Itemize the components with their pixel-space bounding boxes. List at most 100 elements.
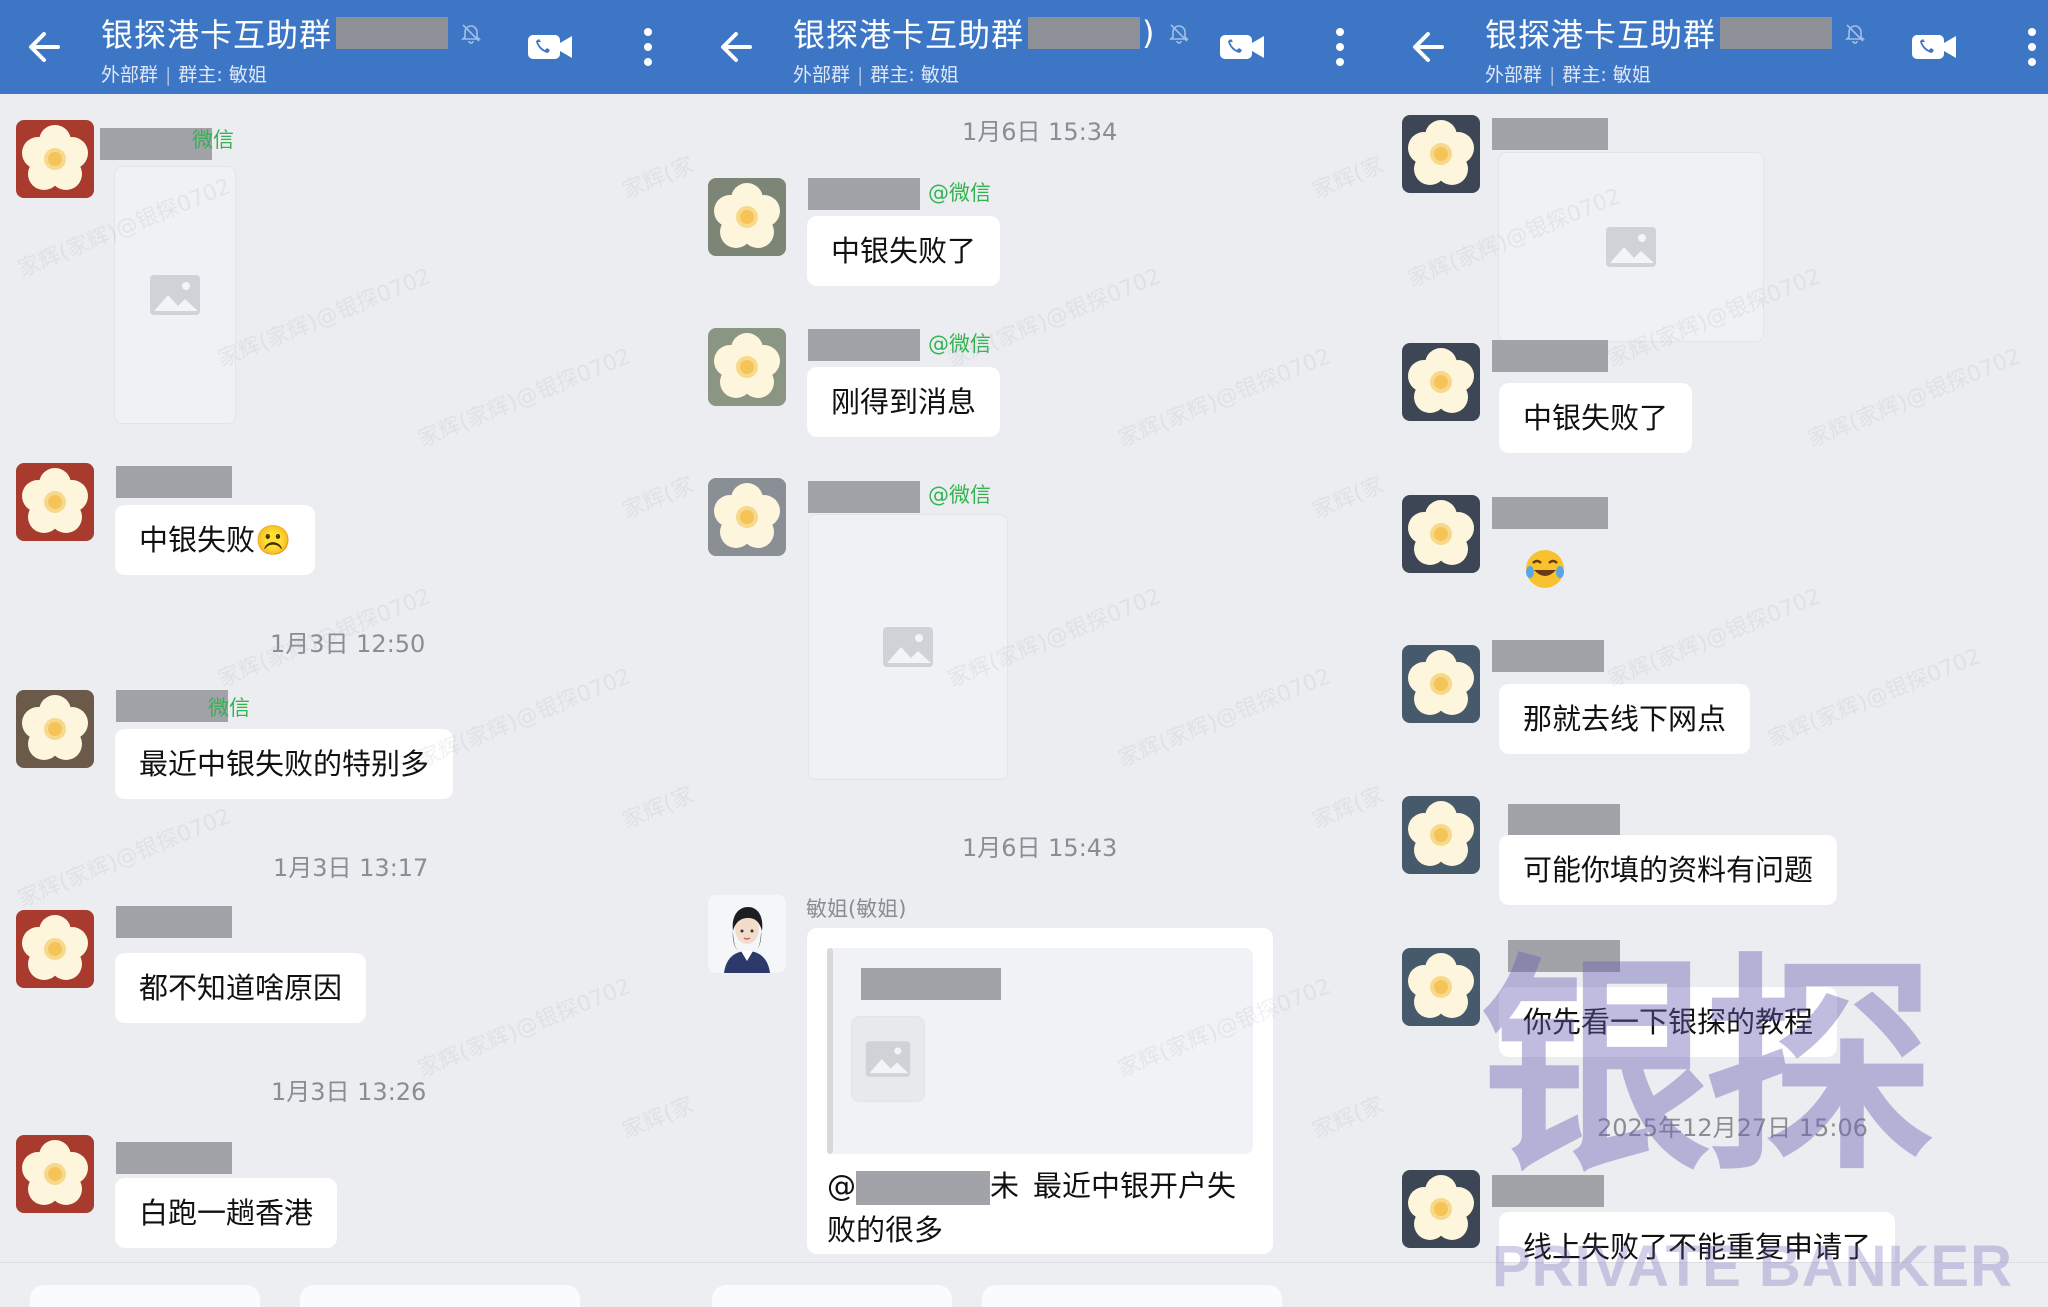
bell-muted-icon	[461, 24, 481, 44]
flower-avatar-icon[interactable]	[1402, 115, 1480, 193]
timestamp: 2025年12月27日 15:06	[1597, 1114, 1868, 1142]
flower-avatar-icon[interactable]	[16, 463, 94, 541]
more-vertical-icon[interactable]	[2025, 25, 2039, 69]
flower-avatar-icon[interactable]	[708, 328, 786, 406]
message-bubble[interactable]: 白跑一趟香港	[115, 1178, 338, 1248]
quote-message-bubble[interactable]: @ 未最近中银开户失 败的很多	[807, 928, 1273, 1254]
redacted-block	[336, 17, 449, 49]
subtitle-divider: |	[165, 64, 172, 86]
quoted-message[interactable]	[827, 948, 1253, 1154]
sender-name-redacted	[1492, 340, 1608, 372]
flower-avatar-icon[interactable]	[708, 478, 786, 556]
arrow-left-icon[interactable]	[1406, 24, 1452, 70]
sender-source-label: 微信	[192, 128, 234, 152]
message-bubble[interactable]: 中银失败了	[1499, 383, 1693, 453]
chat-title: 银探港卡互助群 )	[793, 10, 1190, 56]
input-bar	[1384, 1262, 2048, 1307]
flower-avatar-icon[interactable]	[16, 690, 94, 768]
chat-header: 银探港卡互助群 ) 外部群 | 群主: 敏姐	[692, 0, 1384, 94]
sender-name-redacted	[116, 906, 232, 938]
input-chip[interactable]	[300, 1285, 580, 1307]
reply-line-1: 最近中银开户失	[1033, 1169, 1237, 1203]
message-bubble[interactable]: 那就去线下网点	[1499, 684, 1751, 754]
flower-avatar-icon[interactable]	[16, 910, 94, 988]
group-name: 银探港卡互助群	[1485, 16, 1717, 54]
sender-name-redacted	[1508, 804, 1620, 836]
image-placeholder-icon	[1606, 227, 1656, 267]
message-bubble[interactable]: 刚得到消息	[807, 367, 1001, 437]
flower-avatar-icon[interactable]	[1402, 495, 1480, 573]
redacted-block	[1028, 17, 1141, 49]
sender-name-redacted	[116, 466, 232, 498]
group-owner-label: 群主: 敏姐	[178, 64, 267, 86]
video-call-icon[interactable]	[1910, 29, 1960, 65]
image-placeholder-icon	[883, 627, 933, 667]
flower-avatar-icon[interactable]	[16, 1135, 94, 1213]
flower-avatar-icon[interactable]	[708, 178, 786, 256]
flower-avatar-icon[interactable]	[1402, 645, 1480, 723]
chat-header: 银探港卡互助群 外部群 | 群主: 敏姐	[1384, 0, 2048, 94]
message-bubble[interactable]: 中银失败☹️	[115, 505, 316, 575]
sender-name-redacted	[1492, 118, 1608, 150]
sender-name-redacted	[1492, 640, 1604, 672]
title-suffix: )	[1142, 14, 1156, 52]
more-vertical-icon[interactable]	[1333, 25, 1347, 69]
video-call-icon[interactable]	[1218, 29, 1268, 65]
mention-redacted	[856, 1171, 990, 1205]
sender-name-redacted	[808, 178, 920, 210]
message-bubble[interactable]: 都不知道啥原因	[115, 953, 367, 1023]
more-vertical-icon[interactable]	[641, 25, 655, 69]
sender-source-label: @微信	[928, 181, 991, 205]
sender-name-redacted	[116, 1142, 232, 1174]
group-owner-label: 群主: 敏姐	[1562, 64, 1651, 86]
redacted-block	[1720, 17, 1833, 49]
message-bubble[interactable]: 你先看一下银探的教程	[1499, 987, 1838, 1057]
reply-line-2: 败的很多	[827, 1213, 944, 1247]
image-message[interactable]	[1498, 152, 1764, 342]
input-chip[interactable]	[712, 1285, 952, 1307]
timestamp: 1月3日 13:26	[271, 1078, 427, 1106]
flower-avatar-icon[interactable]	[16, 120, 94, 198]
message-bubble[interactable]: 可能你填的资料有问题	[1499, 835, 1838, 905]
group-name: 银探港卡互助群	[101, 16, 333, 54]
sender-name-redacted	[808, 481, 920, 513]
woman-avatar-icon[interactable]	[708, 895, 786, 973]
sender-name-redacted	[1492, 497, 1608, 529]
laughing-crying-emoji-icon	[1526, 550, 1564, 588]
flower-avatar-icon[interactable]	[1402, 343, 1480, 421]
sender-source-label: @微信	[928, 483, 991, 507]
image-placeholder-icon	[150, 275, 200, 315]
group-type-label: 外部群	[1485, 64, 1543, 86]
chat-panel-3: 银探港卡互助群 外部群|群主: 敏姐 中银失败了 😂	[1384, 0, 2048, 1307]
chat-panel-1: 银探港卡互助群 外部群 | 群主: 敏姐 微信 中银失败☹️ 1月3日 12:50 …	[0, 0, 692, 1307]
flower-avatar-icon[interactable]	[1402, 948, 1480, 1026]
flower-avatar-icon[interactable]	[1402, 1170, 1480, 1248]
bell-muted-icon	[1168, 24, 1189, 44]
message-bubble[interactable]: 最近中银失败的特别多	[115, 729, 454, 799]
arrow-left-icon[interactable]	[22, 24, 68, 70]
group-name: 银探港卡互助群	[793, 16, 1025, 54]
subtitle-divider: |	[857, 64, 864, 86]
flower-avatar-icon[interactable]	[1402, 796, 1480, 874]
mention-suffix: 未	[990, 1169, 1020, 1203]
chat-subtitle: 外部群 | 群主: 敏姐	[793, 60, 959, 87]
timestamp: 1月3日 12:50	[270, 630, 426, 658]
group-owner-label: 群主: 敏姐	[870, 64, 959, 86]
mention-prefix: @	[827, 1169, 856, 1203]
bell-muted-icon	[1845, 24, 1865, 44]
quote-reply-text: @ 未最近中银开户失 败的很多	[827, 1164, 1267, 1252]
image-message[interactable]	[114, 166, 236, 424]
timestamp: 1月6日 15:43	[962, 834, 1118, 862]
input-chip[interactable]	[30, 1285, 260, 1307]
image-message[interactable]	[808, 514, 1008, 780]
group-type-label: 外部群	[793, 64, 851, 86]
input-chip[interactable]	[982, 1285, 1282, 1307]
arrow-left-icon[interactable]	[714, 24, 760, 70]
sender-source-label: 微信	[208, 696, 250, 720]
chat-title: 银探港卡互助群	[1485, 10, 1866, 56]
video-call-icon[interactable]	[526, 29, 576, 65]
chat-subtitle: 外部群 | 群主: 敏姐	[1485, 60, 1651, 87]
timestamp: 1月3日 13:17	[273, 854, 429, 882]
message-bubble[interactable]: 中银失败了	[807, 216, 1001, 286]
quoted-sender-redacted	[861, 968, 1001, 1000]
